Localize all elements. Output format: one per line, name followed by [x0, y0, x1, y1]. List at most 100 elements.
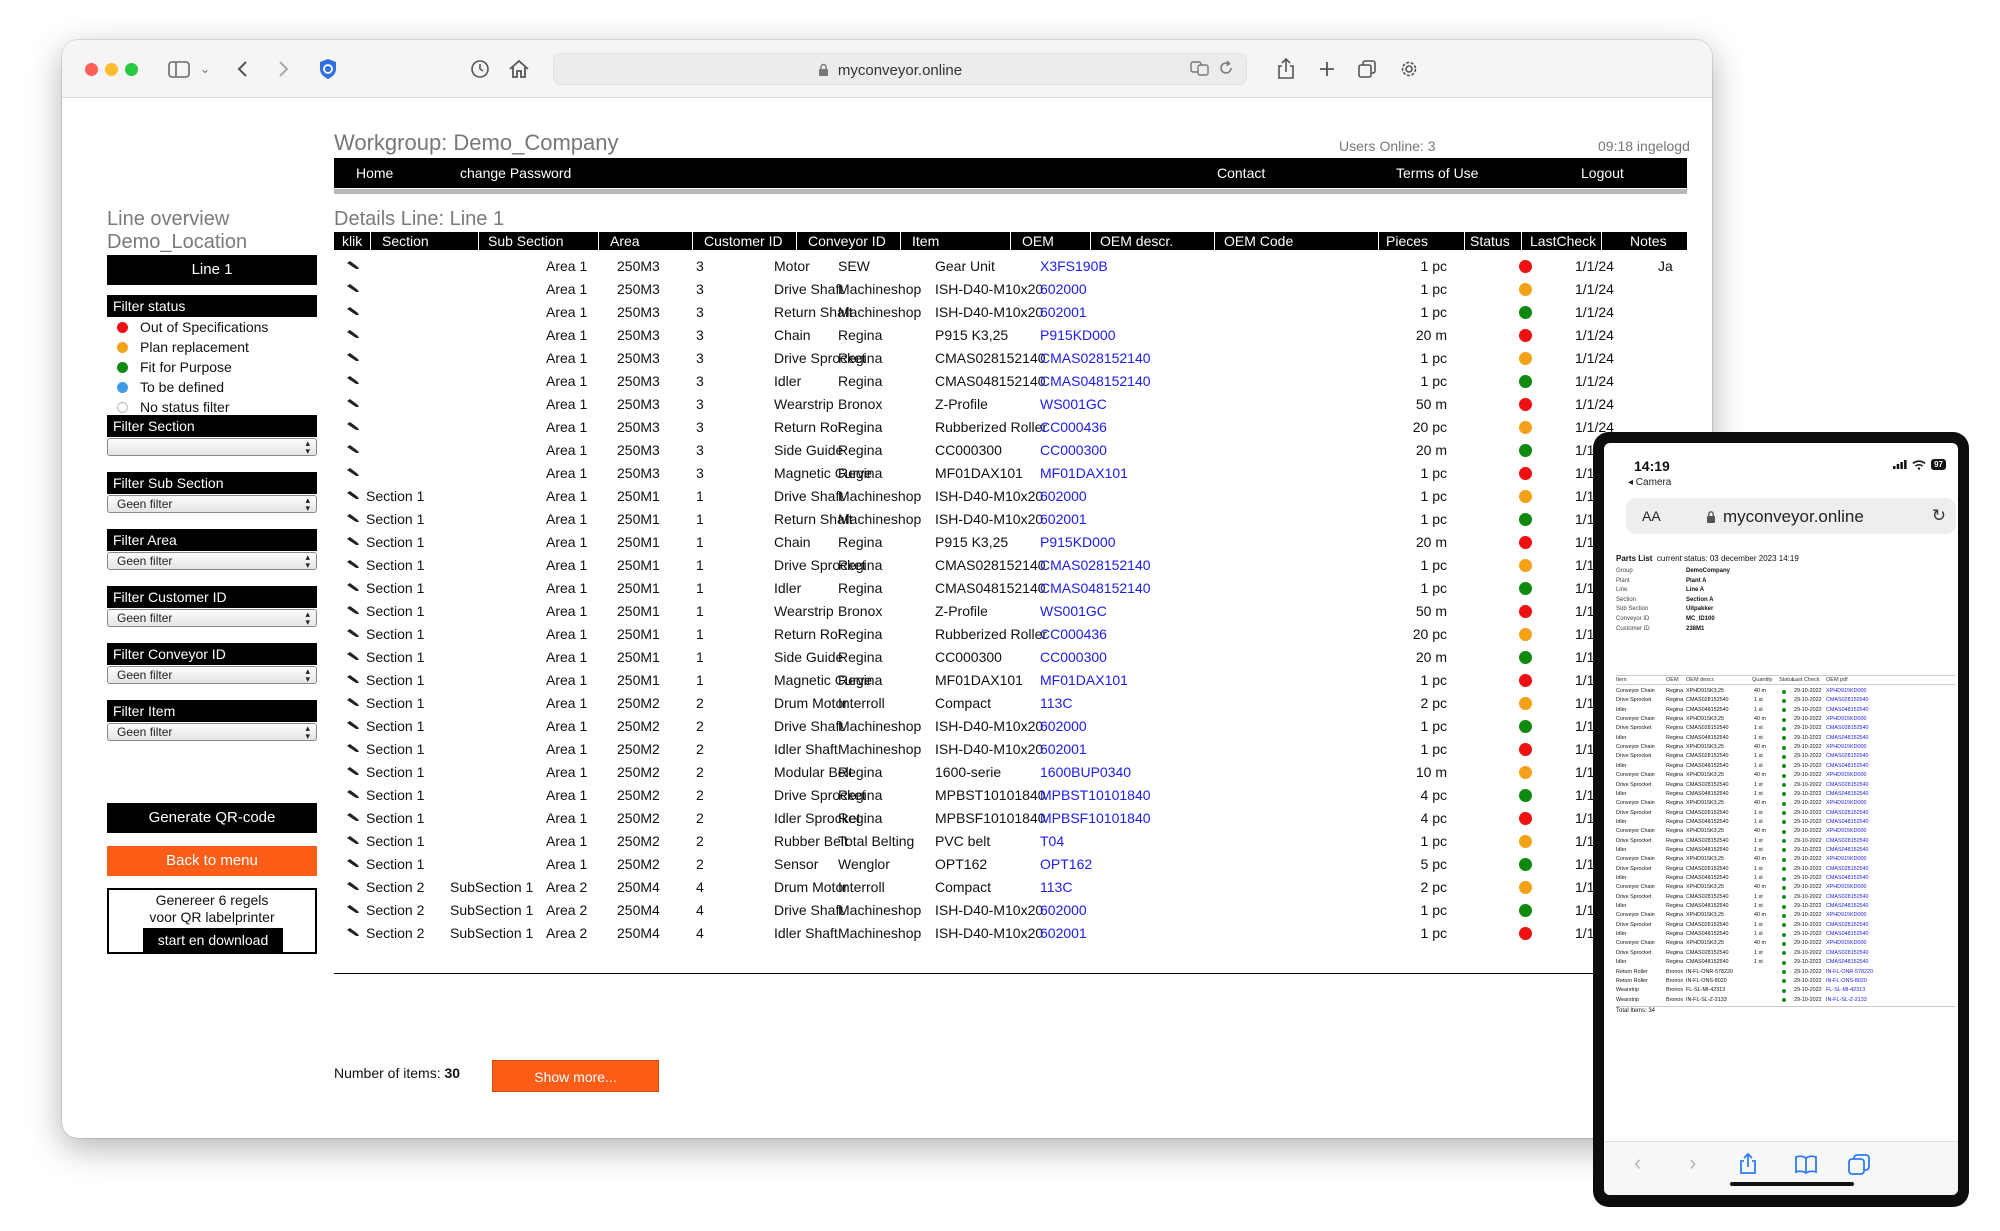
pencil-edit-icon[interactable] — [346, 858, 360, 868]
cell-oem-code[interactable]: P915KD000 — [1040, 327, 1116, 343]
oem-pdf-link[interactable]: CMAS028152540 — [1826, 697, 1869, 703]
nav-terms-of-use[interactable]: Terms of Use — [1396, 165, 1478, 181]
oem-pdf-link[interactable]: XPHD915KD000 — [1826, 856, 1866, 862]
nav-contact[interactable]: Contact — [1217, 165, 1265, 181]
pencil-edit-icon[interactable] — [346, 743, 360, 753]
tab-overview-icon[interactable] — [1357, 57, 1377, 81]
address-bar[interactable]: myconveyor.online — [553, 53, 1247, 85]
cell-oem-code[interactable]: 602000 — [1040, 488, 1087, 504]
home-icon[interactable] — [508, 57, 530, 81]
reader-aa-button[interactable]: AA — [1642, 508, 1661, 524]
tabs-icon[interactable] — [1848, 1154, 1870, 1181]
oem-pdf-link[interactable]: XPHD915KD000 — [1826, 828, 1866, 834]
forward-arrow-icon[interactable] — [277, 57, 289, 81]
cell-oem-code[interactable]: CMAS048152140 — [1040, 373, 1151, 389]
back-arrow-icon[interactable] — [237, 57, 249, 81]
filter-conveyor-id-select[interactable]: Geen filter ▴ ▾ — [107, 666, 317, 684]
oem-pdf-link[interactable]: CMAS028152540 — [1826, 725, 1869, 731]
cell-oem-code[interactable]: MF01DAX101 — [1040, 465, 1128, 481]
status-filter-fit-for-purpose[interactable]: Fit for Purpose — [117, 359, 232, 375]
cell-oem-code[interactable]: 1600BUP0340 — [1040, 764, 1131, 780]
cell-oem-code[interactable]: CMAS028152140 — [1040, 557, 1151, 573]
back-to-menu-button[interactable]: Back to menu — [107, 846, 317, 876]
cell-oem-code[interactable]: OPT162 — [1040, 856, 1092, 872]
oem-pdf-link[interactable]: XPHD915KD000 — [1826, 688, 1866, 694]
oem-pdf-link[interactable]: CMAS028152540 — [1826, 782, 1869, 788]
filter-area-select[interactable]: Geen filter ▴ ▾ — [107, 552, 317, 570]
pencil-edit-icon[interactable] — [346, 421, 360, 431]
pencil-edit-icon[interactable] — [346, 260, 360, 270]
cell-oem-code[interactable]: 602001 — [1040, 925, 1087, 941]
pencil-edit-icon[interactable] — [346, 927, 360, 937]
filter-customer-id-select[interactable]: Geen filter ▴ ▾ — [107, 609, 317, 627]
chevron-down-icon[interactable]: ⌄ — [200, 57, 210, 81]
oem-pdf-link[interactable]: IN-FL-ONR-578220 — [1826, 969, 1873, 975]
oem-pdf-link[interactable]: CMAS048152540 — [1826, 735, 1869, 741]
pencil-edit-icon[interactable] — [346, 329, 360, 339]
start-download-button[interactable]: start en download — [143, 928, 283, 952]
pencil-edit-icon[interactable] — [346, 628, 360, 638]
pencil-edit-icon[interactable] — [346, 766, 360, 776]
pencil-edit-icon[interactable] — [346, 283, 360, 293]
reload-icon[interactable]: ↻ — [1932, 506, 1946, 526]
pencil-edit-icon[interactable] — [346, 835, 360, 845]
minimize-window-button[interactable] — [105, 63, 118, 76]
pencil-edit-icon[interactable] — [346, 444, 360, 454]
reload-icon[interactable] — [1218, 60, 1234, 79]
oem-pdf-link[interactable]: XPHD915KD000 — [1826, 912, 1866, 918]
cell-oem-code[interactable]: CC000300 — [1040, 649, 1107, 665]
forward-arrow-icon[interactable]: › — [1689, 1150, 1696, 1176]
cell-oem-code[interactable]: CMAS048152140 — [1040, 580, 1151, 596]
pencil-edit-icon[interactable] — [346, 559, 360, 569]
nav-logout[interactable]: Logout — [1581, 165, 1624, 181]
cell-oem-code[interactable]: X3FS190B — [1040, 258, 1108, 274]
cell-oem-code[interactable]: CC000300 — [1040, 442, 1107, 458]
back-to-camera-link[interactable]: ◂ Camera — [1628, 477, 1671, 488]
oem-pdf-link[interactable]: IN-FL-SL-Z-2133 — [1826, 997, 1867, 1003]
oem-pdf-link[interactable]: CMAS048152540 — [1826, 847, 1869, 853]
cell-oem-code[interactable]: 113C — [1040, 695, 1072, 711]
oem-pdf-link[interactable]: CMAS048152540 — [1826, 791, 1869, 797]
cell-oem-code[interactable]: 113C — [1040, 879, 1072, 895]
pencil-edit-icon[interactable] — [346, 881, 360, 891]
oem-pdf-link[interactable]: XPHD915KD000 — [1826, 772, 1866, 778]
cell-oem-code[interactable]: MF01DAX101 — [1040, 672, 1128, 688]
oem-pdf-link[interactable]: CMAS048152540 — [1826, 931, 1869, 937]
cell-oem-code[interactable]: CC000436 — [1040, 419, 1107, 435]
oem-pdf-link[interactable]: CMAS048152540 — [1826, 707, 1869, 713]
filter-sub-section-select[interactable]: Geen filter ▴ ▾ — [107, 495, 317, 513]
oem-pdf-link[interactable]: CMAS048152540 — [1826, 903, 1869, 909]
filter-section-select[interactable]: ▴ ▾ — [107, 438, 317, 456]
cell-oem-code[interactable]: MPBST10101840 — [1040, 787, 1151, 803]
generate-qr-button[interactable]: Generate QR-code — [107, 803, 317, 833]
pencil-edit-icon[interactable] — [346, 789, 360, 799]
sidebar-icon[interactable] — [168, 57, 190, 81]
back-arrow-icon[interactable]: ‹ — [1634, 1150, 1641, 1176]
status-filter-none[interactable]: No status filter — [117, 399, 229, 415]
oem-pdf-link[interactable]: XPHD915KD000 — [1826, 940, 1866, 946]
oem-pdf-link[interactable]: CMAS028152540 — [1826, 950, 1869, 956]
cell-oem-code[interactable]: 602000 — [1040, 902, 1087, 918]
cell-oem-code[interactable]: WS001GC — [1040, 603, 1107, 619]
close-window-button[interactable] — [85, 63, 98, 76]
status-filter-out-of-spec[interactable]: Out of Specifications — [117, 319, 268, 335]
history-clock-icon[interactable] — [470, 57, 490, 81]
cell-oem-code[interactable]: 602000 — [1040, 281, 1087, 297]
pencil-edit-icon[interactable] — [346, 812, 360, 822]
cell-oem-code[interactable]: MPBSF10101840 — [1040, 810, 1151, 826]
oem-pdf-link[interactable]: IN-FL-ONS-8020 — [1826, 978, 1867, 984]
pencil-edit-icon[interactable] — [346, 398, 360, 408]
oem-pdf-link[interactable]: CMAS028152540 — [1826, 810, 1869, 816]
cell-oem-code[interactable]: 602000 — [1040, 718, 1087, 734]
pencil-edit-icon[interactable] — [346, 605, 360, 615]
new-tab-plus-icon[interactable] — [1318, 57, 1336, 81]
cell-oem-code[interactable]: 602001 — [1040, 304, 1087, 320]
pencil-edit-icon[interactable] — [346, 306, 360, 316]
cell-oem-code[interactable]: WS001GC — [1040, 396, 1107, 412]
oem-pdf-link[interactable]: XPHD915KD000 — [1826, 744, 1866, 750]
oem-pdf-link[interactable]: CMAS028152540 — [1826, 894, 1869, 900]
pencil-edit-icon[interactable] — [346, 582, 360, 592]
oem-pdf-link[interactable]: CMAS048152540 — [1826, 819, 1869, 825]
pencil-edit-icon[interactable] — [346, 490, 360, 500]
cell-oem-code[interactable]: CMAS028152140 — [1040, 350, 1151, 366]
